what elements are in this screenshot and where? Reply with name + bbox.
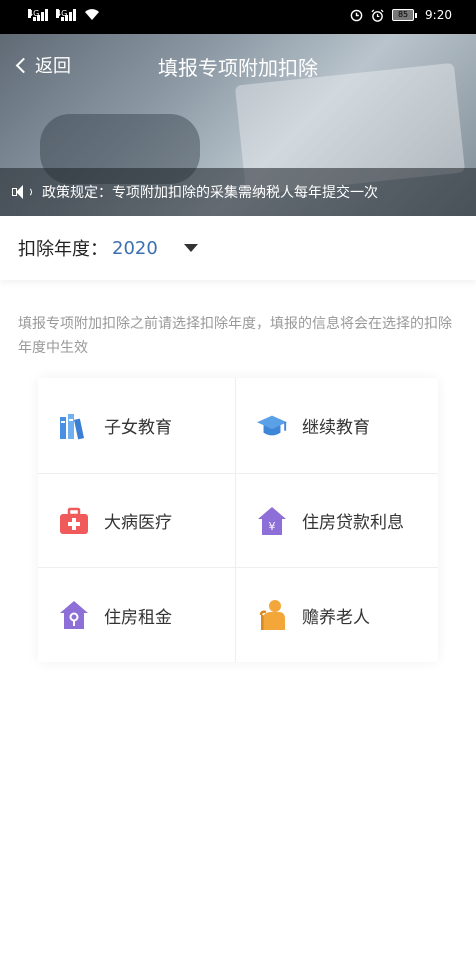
- house-yen-icon: ¥: [256, 505, 288, 537]
- books-icon: [58, 410, 90, 442]
- year-value[interactable]: 2020: [112, 238, 158, 259]
- nav-bar: 填报专项附加扣除 返回: [0, 48, 476, 88]
- year-label: 扣除年度：: [18, 239, 108, 260]
- speaker-icon: [12, 184, 34, 200]
- category-label: 子女教育: [104, 418, 172, 438]
- category-label: 住房租金: [104, 607, 172, 628]
- category-housing-rent[interactable]: 住房租金: [38, 568, 236, 662]
- header-banner: 填报专项附加扣除 返回 政策规定：专项附加扣除的采集需纳税人每年提交一次: [0, 34, 476, 216]
- house-key-icon: [58, 599, 90, 631]
- signal-icon-2: 4G: [56, 8, 76, 21]
- category-label: 住房贷款利息: [302, 513, 404, 533]
- category-continuing-education[interactable]: 继续教育: [236, 378, 438, 474]
- svg-text:¥: ¥: [269, 520, 276, 533]
- year-selector[interactable]: 扣除年度： 2020: [0, 216, 476, 280]
- status-bar: 4G 4G 85 9:20: [0, 0, 476, 34]
- back-button[interactable]: 返回: [14, 52, 71, 78]
- category-label: 赡养老人: [302, 607, 370, 628]
- policy-notice: 政策规定：专项附加扣除的采集需纳税人每年提交一次: [0, 168, 476, 216]
- category-child-education[interactable]: 子女教育: [38, 378, 236, 474]
- back-label: 返回: [35, 56, 71, 77]
- graduation-cap-icon: [256, 410, 288, 442]
- category-mortgage-interest[interactable]: ¥ 住房贷款利息: [236, 474, 438, 568]
- elderly-person-icon: [256, 599, 288, 631]
- chevron-left-icon: [15, 57, 32, 73]
- clock-icon: [350, 9, 363, 21]
- battery-icon: 85: [392, 9, 418, 21]
- medical-kit-icon: [58, 505, 90, 537]
- category-elderly-support[interactable]: 赡养老人: [236, 568, 438, 662]
- category-label: 继续教育: [302, 418, 370, 438]
- caret-down-icon[interactable]: [183, 244, 198, 252]
- category-grid: 子女教育 继续教育 大病医疗 ¥ 住房贷款利息 住房租金 赡养老人: [38, 378, 438, 662]
- hint-text: 填报专项附加扣除之前请选择扣除年度，填报的信息将会在选择的扣除年度中生效: [18, 316, 452, 356]
- page-title: 填报专项附加扣除: [158, 56, 318, 80]
- category-serious-illness[interactable]: 大病医疗: [38, 474, 236, 568]
- policy-text: 政策规定：专项附加扣除的采集需纳税人每年提交一次: [42, 185, 378, 201]
- signal-icon: 4G: [28, 8, 48, 21]
- alarm-icon: [371, 9, 384, 22]
- status-time: 9:20: [425, 8, 452, 22]
- wifi-icon: [85, 9, 99, 20]
- category-label: 大病医疗: [104, 513, 172, 533]
